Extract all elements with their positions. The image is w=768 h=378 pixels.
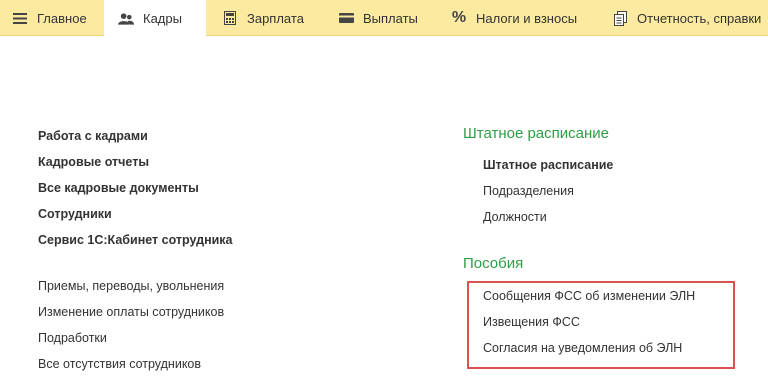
link-hires-transfers-dismissals[interactable]: Приемы, переводы, увольнения	[38, 279, 224, 293]
wallet-icon	[338, 10, 354, 26]
tab-reports-label: Отчетность, справки	[637, 10, 762, 26]
section-title-benefits: Пособия	[463, 255, 524, 272]
link-personnel-work[interactable]: Работа с кадрами	[38, 129, 148, 143]
link-employee-cabinet-service[interactable]: Сервис 1С:Кабинет сотрудника	[38, 233, 233, 247]
calculator-icon	[222, 10, 238, 26]
link-staffing-table[interactable]: Штатное расписание	[483, 158, 613, 172]
tab-payments[interactable]: Выплаты	[338, 0, 418, 36]
link-fss-notices[interactable]: Извещения ФСС	[483, 315, 580, 329]
tab-main[interactable]: Главное	[12, 0, 87, 36]
tab-personnel-label: Кадры	[143, 11, 182, 26]
link-fss-eln-messages[interactable]: Сообщения ФСС об изменении ЭЛН	[483, 289, 695, 303]
people-icon	[118, 11, 134, 27]
link-personnel-reports[interactable]: Кадровые отчеты	[38, 155, 149, 169]
link-eln-notification-consents[interactable]: Согласия на уведомления об ЭЛН	[483, 341, 682, 355]
documents-icon	[612, 10, 628, 26]
tab-taxes[interactable]: % Налоги и взносы	[451, 0, 577, 36]
link-employees[interactable]: Сотрудники	[38, 207, 112, 221]
link-all-absences[interactable]: Все отсутствия сотрудников	[38, 357, 201, 371]
tab-main-label: Главное	[37, 10, 87, 26]
tab-salary-label: Зарплата	[247, 10, 304, 26]
link-positions[interactable]: Должности	[483, 210, 547, 224]
tab-salary[interactable]: Зарплата	[222, 0, 304, 36]
tab-payments-label: Выплаты	[363, 10, 418, 26]
top-nav-bar: Главное Кадры Зарплата Выплаты % Налоги …	[0, 0, 768, 37]
link-departments[interactable]: Подразделения	[483, 184, 574, 198]
link-part-time-jobs[interactable]: Подработки	[38, 331, 107, 345]
section-title-staffing: Штатное расписание	[463, 125, 610, 142]
menu-icon	[12, 10, 28, 26]
percent-icon: %	[451, 9, 467, 26]
tab-reports[interactable]: Отчетность, справки	[612, 0, 761, 36]
tab-taxes-label: Налоги и взносы	[476, 10, 578, 26]
link-salary-changes[interactable]: Изменение оплаты сотрудников	[38, 305, 224, 319]
link-all-personnel-documents[interactable]: Все кадровые документы	[38, 181, 199, 195]
tab-personnel[interactable]: Кадры	[104, 0, 206, 37]
